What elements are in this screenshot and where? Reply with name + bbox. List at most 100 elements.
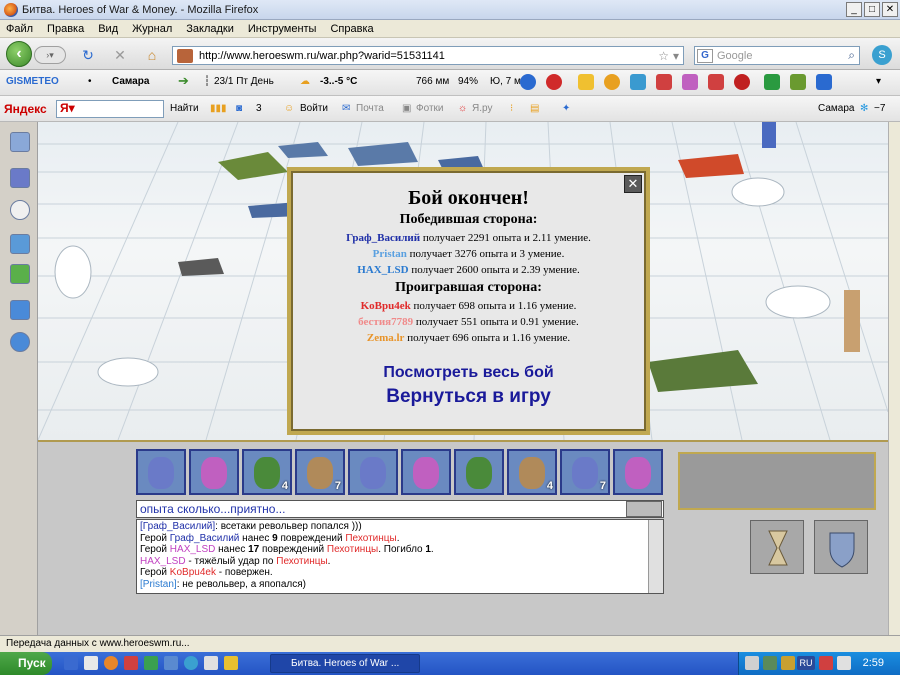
- url-bar[interactable]: http://www.heroeswm.ru/war.php?warid=515…: [172, 46, 684, 65]
- bookmark-star-sidebar-icon[interactable]: [10, 168, 30, 188]
- palm-icon[interactable]: [764, 74, 780, 90]
- plane-icon[interactable]: [630, 74, 646, 90]
- winner-name[interactable]: HAX_LSD: [357, 264, 408, 276]
- unit-portrait[interactable]: [136, 449, 186, 495]
- unit-portrait[interactable]: [401, 449, 451, 495]
- menu-view[interactable]: Вид: [98, 23, 118, 35]
- minimize-button[interactable]: _: [846, 2, 862, 17]
- defend-shield-button[interactable]: [814, 520, 868, 574]
- zoom-icon[interactable]: [10, 132, 30, 152]
- reload-icon[interactable]: ↻: [80, 47, 96, 63]
- chat-input[interactable]: опыта сколько...приятно...: [136, 500, 664, 518]
- unit-portrait[interactable]: 4: [242, 449, 292, 495]
- unit-portrait[interactable]: [189, 449, 239, 495]
- menu-history[interactable]: Журнал: [132, 23, 172, 35]
- winner-name[interactable]: Граф_Василий: [346, 232, 420, 244]
- rss-icon[interactable]: ⁝: [510, 103, 513, 114]
- menu-file[interactable]: Файл: [6, 23, 33, 35]
- tray-antivirus-icon[interactable]: [819, 656, 833, 670]
- smiley-icon[interactable]: ☺: [284, 103, 294, 114]
- yandex-login[interactable]: Войти: [300, 103, 328, 114]
- google-icon[interactable]: G: [697, 48, 713, 63]
- chat-send-button[interactable]: [626, 501, 662, 517]
- yandex-search-input[interactable]: Я▾: [56, 100, 164, 118]
- dialog-close-button[interactable]: ✕: [624, 175, 642, 193]
- tray-language-indicator[interactable]: RU: [797, 656, 815, 670]
- chat-scrollbar[interactable]: [648, 520, 663, 593]
- toolbar-dropdown-icon[interactable]: ▾: [876, 76, 881, 87]
- quicklaunch-firefox-icon[interactable]: [104, 656, 118, 670]
- weather-globe-icon[interactable]: [520, 74, 536, 90]
- ball-icon[interactable]: [604, 74, 620, 90]
- tray-app-icon[interactable]: [781, 656, 795, 670]
- unit-portrait[interactable]: [613, 449, 663, 495]
- tray-network-icon[interactable]: [763, 656, 777, 670]
- skype-icon[interactable]: S: [872, 45, 892, 65]
- tv-icon[interactable]: [816, 74, 832, 90]
- gismeteo-logo[interactable]: GISMETEO: [6, 76, 59, 87]
- download-icon[interactable]: [10, 234, 30, 254]
- arrow-right-icon[interactable]: ➔: [178, 73, 189, 89]
- mail-icon[interactable]: ✉: [342, 103, 350, 114]
- puzzle-icon[interactable]: [10, 264, 30, 284]
- leaf-icon[interactable]: [790, 74, 806, 90]
- forward-button[interactable]: ›▾: [34, 46, 66, 64]
- quicklaunch-app4-icon[interactable]: [204, 656, 218, 670]
- star-icon[interactable]: [656, 74, 672, 90]
- photo-icon[interactable]: ▣: [402, 103, 411, 114]
- page-scrollbar[interactable]: [888, 122, 900, 635]
- taskbar-firefox-task[interactable]: Битва. Heroes of War ...: [270, 654, 420, 673]
- loser-name[interactable]: Zema.lr: [367, 332, 405, 344]
- alert-icon[interactable]: [734, 74, 750, 90]
- info-icon[interactable]: [10, 332, 30, 352]
- search-icon[interactable]: ⌕: [848, 48, 855, 63]
- refresh-icon[interactable]: [546, 74, 562, 90]
- wait-hourglass-button[interactable]: [750, 520, 804, 574]
- menu-edit[interactable]: Правка: [47, 23, 84, 35]
- yaru-icon[interactable]: ☼: [458, 103, 467, 114]
- unit-portrait[interactable]: [348, 449, 398, 495]
- dropdown-icon[interactable]: ▾: [673, 49, 679, 63]
- home-icon[interactable]: ⌂: [144, 47, 160, 63]
- unit-portrait[interactable]: 4: [507, 449, 557, 495]
- tray-misc-icon[interactable]: [837, 656, 851, 670]
- return-to-game-link[interactable]: Вернуться в игру: [291, 386, 646, 408]
- yandex-find-button[interactable]: Найти: [170, 103, 199, 114]
- yandex-city[interactable]: Самара: [818, 103, 854, 114]
- clock-icon[interactable]: [10, 200, 30, 220]
- calendar-icon[interactable]: [682, 74, 698, 90]
- chat-bubble-icon[interactable]: ◙: [236, 103, 242, 114]
- menu-help[interactable]: Справка: [330, 23, 373, 35]
- feed-icon[interactable]: ▤: [530, 103, 539, 114]
- yandex-mail[interactable]: Почта: [356, 103, 384, 114]
- search-bar[interactable]: G Google ⌕: [694, 46, 860, 65]
- search-input[interactable]: Google: [717, 50, 848, 62]
- menu-bookmarks[interactable]: Закладки: [186, 23, 234, 35]
- url-text[interactable]: http://www.heroeswm.ru/war.php?warid=515…: [199, 50, 658, 62]
- quicklaunch-app2-icon[interactable]: [144, 656, 158, 670]
- stop-icon[interactable]: ✕: [112, 47, 128, 63]
- weather-city[interactable]: Самара: [112, 76, 149, 87]
- gear-icon[interactable]: [10, 300, 30, 320]
- quicklaunch-skype-icon[interactable]: [184, 656, 198, 670]
- tray-volume-icon[interactable]: [745, 656, 759, 670]
- close-button[interactable]: ✕: [882, 2, 898, 17]
- quicklaunch-save-icon[interactable]: [64, 656, 78, 670]
- bookmark-star-icon[interactable]: ☆: [658, 49, 669, 63]
- view-whole-battle-link[interactable]: Посмотреть весь бой: [291, 364, 646, 382]
- car-icon[interactable]: [708, 74, 724, 90]
- maximize-button[interactable]: □: [864, 2, 880, 17]
- unit-portrait[interactable]: 7: [560, 449, 610, 495]
- back-button[interactable]: ‹: [6, 41, 32, 67]
- yandex-photos[interactable]: Фотки: [416, 103, 444, 114]
- menu-tools[interactable]: Инструменты: [248, 23, 317, 35]
- start-button[interactable]: Пуск: [0, 652, 52, 675]
- unit-portrait[interactable]: [454, 449, 504, 495]
- yandex-logo[interactable]: Яндекс: [4, 102, 47, 116]
- notes-icon[interactable]: [578, 74, 594, 90]
- quicklaunch-game-icon[interactable]: [124, 656, 138, 670]
- winner-name[interactable]: Pristan: [373, 248, 407, 260]
- quicklaunch-app-icon[interactable]: [84, 656, 98, 670]
- unit-portrait[interactable]: 7: [295, 449, 345, 495]
- settings-icon[interactable]: ✦: [562, 103, 570, 114]
